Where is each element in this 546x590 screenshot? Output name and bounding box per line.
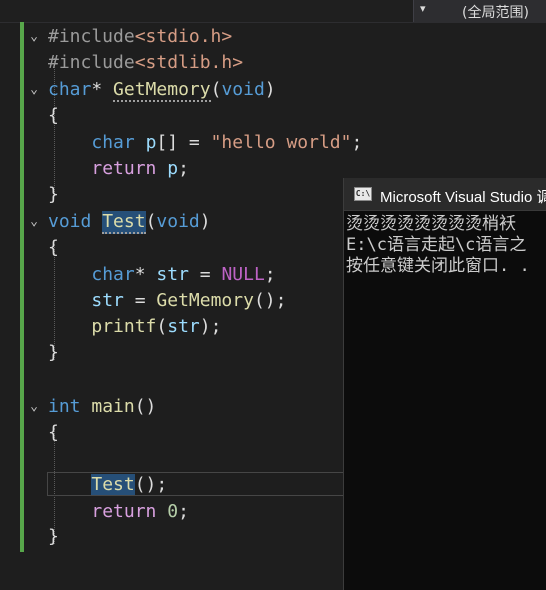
macro: NULL: [221, 264, 265, 285]
code-line[interactable]: }: [48, 524, 59, 550]
code-line[interactable]: {: [48, 235, 59, 261]
code-line[interactable]: char* GetMemory(void): [48, 77, 276, 103]
code-line[interactable]: str = GetMemory();: [48, 288, 286, 314]
scope-dropdown[interactable]: ▾ (全局范围): [413, 0, 546, 22]
code-text: ();: [253, 290, 287, 311]
code-text: );: [199, 316, 222, 337]
type-keyword: char: [48, 79, 92, 100]
console-line: 按任意键关闭此窗口. .: [346, 256, 530, 276]
variable: p: [145, 132, 157, 153]
code-line[interactable]: printf(str);: [48, 314, 221, 340]
preprocessor-directive: #include: [48, 52, 135, 73]
semicolon: ;: [351, 132, 363, 153]
code-line[interactable]: {: [48, 103, 59, 129]
change-tracking-bar: [20, 22, 24, 552]
return-keyword: return: [91, 158, 157, 179]
include-header: <stdio.h>: [134, 26, 233, 47]
code-line[interactable]: #include<stdlib.h>: [48, 50, 243, 76]
function-call-highlighted: Test: [91, 474, 135, 495]
semicolon: ;: [178, 158, 189, 179]
debug-console-window[interactable]: C:\ Microsoft Visual Studio 调 烫烫烫烫烫烫烫烫梢袄…: [343, 178, 546, 590]
code-text: (): [134, 396, 157, 417]
brace: }: [48, 526, 59, 547]
include-header: <stdlib.h>: [134, 52, 244, 73]
function-call: printf: [91, 316, 157, 337]
scope-label: (全局范围): [462, 5, 529, 21]
code-text: [] =: [156, 132, 211, 153]
function-name: main: [91, 396, 135, 417]
fold-collapse-icon[interactable]: ⌄: [27, 400, 41, 414]
pointer-token: *: [91, 79, 103, 100]
function-name-highlighted: Test: [102, 211, 146, 234]
paren: (: [210, 79, 222, 100]
code-line[interactable]: Test();: [48, 472, 167, 498]
paren: (: [145, 211, 157, 232]
brace: }: [48, 184, 59, 205]
editor-navigation-bar: ▾ (全局范围): [0, 0, 546, 23]
console-output: 烫烫烫烫烫烫烫烫梢袄 E:\c语言走起\c语言之 按任意键关闭此窗口. .: [344, 211, 546, 277]
operator: =: [123, 290, 157, 311]
semicolon: ;: [178, 501, 189, 522]
code-line[interactable]: char* str = NULL;: [48, 262, 276, 288]
return-keyword: return: [91, 501, 157, 522]
type-keyword: void: [48, 211, 92, 232]
operator: =: [188, 264, 222, 285]
function-call: GetMemory: [156, 290, 254, 311]
brace: {: [48, 422, 59, 443]
fold-collapse-icon[interactable]: ⌄: [27, 30, 41, 44]
code-line[interactable]: }: [48, 182, 59, 208]
semicolon: ;: [264, 264, 276, 285]
console-title: Microsoft Visual Studio 调: [380, 189, 546, 206]
paren: ): [199, 211, 211, 232]
variable: str: [91, 290, 124, 311]
pointer-token: *: [134, 264, 146, 285]
variable: str: [156, 264, 189, 285]
fold-collapse-icon[interactable]: ⌄: [27, 215, 41, 229]
fold-collapse-icon[interactable]: ⌄: [27, 83, 41, 97]
brace: }: [48, 342, 59, 363]
function-name: GetMemory: [113, 79, 211, 102]
console-line: 烫烫烫烫烫烫烫烫梢袄: [346, 214, 516, 234]
chevron-down-icon[interactable]: ▾: [420, 2, 426, 15]
console-app-icon: C:\: [354, 187, 372, 201]
code-line[interactable]: #include<stdio.h>: [48, 24, 232, 50]
code-line[interactable]: char p[] = "hello world";: [48, 130, 362, 156]
brace: {: [48, 237, 59, 258]
code-line[interactable]: return p;: [48, 156, 189, 182]
number-literal: 0: [167, 501, 179, 522]
paren: ): [264, 79, 276, 100]
console-line: E:\c语言走起\c语言之: [346, 235, 527, 255]
code-line[interactable]: }: [48, 340, 59, 366]
type-keyword: char: [91, 264, 135, 285]
code-text: ();: [134, 474, 168, 495]
param-keyword: void: [156, 211, 200, 232]
variable: p: [167, 158, 179, 179]
code-line[interactable]: void Test(void): [48, 209, 211, 235]
type-keyword: int: [48, 396, 81, 417]
variable: str: [167, 316, 200, 337]
paren: (: [156, 316, 168, 337]
code-line[interactable]: int main(): [48, 394, 156, 420]
code-line[interactable]: return 0;: [48, 499, 189, 525]
param-keyword: void: [221, 79, 265, 100]
type-keyword: char: [91, 132, 135, 153]
string-literal: "hello world": [210, 132, 352, 153]
console-titlebar[interactable]: C:\ Microsoft Visual Studio 调: [344, 178, 546, 211]
preprocessor-directive: #include: [48, 26, 135, 47]
brace: {: [48, 105, 59, 126]
code-line[interactable]: {: [48, 420, 59, 446]
